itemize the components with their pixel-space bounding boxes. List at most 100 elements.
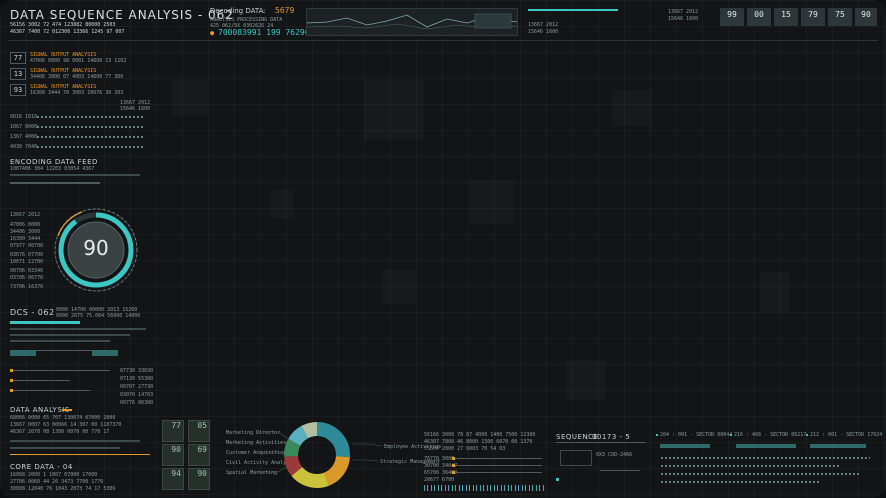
sequence-box — [560, 450, 592, 466]
dcs-bar — [10, 334, 130, 336]
signal-num-2: 93 — [10, 84, 26, 96]
encoding-bar — [10, 174, 140, 176]
signal-num-0: 77 — [10, 52, 26, 64]
sequence-value: 00173 - 5 — [592, 433, 631, 441]
sector-header: 204 : 001 - SECTOR 00044 — [660, 432, 733, 438]
bg-block — [612, 90, 652, 126]
counter-0: 99 — [720, 8, 744, 26]
dcs-value: 03070 14703 — [120, 392, 154, 398]
signal-sub-0: 47006 0000 98 0001 14600 13 1102 — [30, 58, 127, 64]
data-analysis-title: DATA ANALYSIS — [10, 406, 70, 414]
tile-value: 90 — [171, 445, 181, 454]
sector-dot — [656, 434, 658, 436]
signal-sub-2: 16300 3444 70 3003 10676 30 203 — [30, 90, 124, 96]
dcs-value: 00707 27730 — [120, 384, 154, 390]
tile: 94 — [162, 468, 184, 490]
mid-row-label: 20677 6700 — [424, 477, 455, 483]
core-data-line: 16068 2000 1 1007 07000 17000 — [10, 472, 98, 478]
dcs-bar — [10, 340, 110, 342]
core-data-line: 27706 0060 44 26 3473 7700 1776 — [10, 479, 104, 485]
sequence-divider — [556, 442, 646, 443]
counter-3: 79 — [801, 8, 825, 26]
dcs-line — [36, 350, 92, 351]
gauge-label: 03676 07700 — [10, 252, 44, 258]
small-readout: 15646 1600 — [120, 106, 151, 112]
sequence-sep: : — [586, 433, 589, 441]
counter-1: 00 — [747, 8, 771, 26]
bg-block — [382, 270, 416, 304]
sequence-line — [600, 470, 640, 471]
encoding-bar — [10, 182, 100, 184]
long-number: 700083991 199 762909 — [218, 28, 315, 37]
gauge-label: 03706 06770 — [10, 275, 44, 281]
mid-row-label: 76770 3000 — [424, 456, 455, 462]
dcs-title: DCS - 062 — [10, 308, 55, 317]
tile-value: 90 — [197, 469, 207, 478]
sequence-sub: 0X3 COD-2466 — [596, 452, 633, 458]
tile-value: 05 — [197, 421, 207, 430]
header-line-1: 56156 3002 72 474 123882 80000 2503 — [10, 22, 116, 28]
dot-strip — [36, 135, 144, 139]
mid-track — [452, 472, 542, 473]
counter-5: 90 — [855, 8, 877, 26]
donut-leader-lines — [256, 431, 383, 473]
header-line-2: 46367 7400 72 012306 13366 1245 97 007 — [10, 29, 125, 35]
data-row-label: 1367 4000 — [10, 134, 38, 140]
gauge-label: 34406 3000 — [10, 229, 41, 235]
sector-bar — [660, 444, 710, 448]
sector-header: 212 : 001 - SECTOR 17024 — [810, 432, 883, 438]
gauge-label: 73706 16376 — [10, 284, 44, 290]
bg-block — [470, 180, 514, 224]
data-row-label: 1067 0000 — [10, 124, 38, 130]
decoding-colon: : — [262, 7, 267, 15]
core-data-title: CORE DATA - 04 — [10, 463, 73, 471]
tile: 05 — [188, 420, 210, 442]
sector-dots — [660, 464, 840, 468]
tile-value: 94 — [171, 469, 181, 478]
header-mini-text: 13667 2012 — [528, 22, 559, 28]
dcs-value: 07130 55300 — [120, 376, 154, 382]
sector-dots — [660, 456, 870, 460]
data-row-label: 4030 7040 — [10, 144, 38, 150]
dcs-slider-knob — [10, 369, 13, 372]
bg-block — [566, 360, 606, 400]
dcs-indicator — [10, 350, 36, 356]
barcode — [424, 485, 544, 491]
dcs-value: 00776 06300 — [120, 400, 154, 406]
data-analysis-line: 46367 2078 08 1300 0070 00 770 17 — [10, 429, 110, 435]
tile-value: 69 — [197, 445, 207, 454]
bg-block — [270, 190, 294, 218]
header-divider — [8, 40, 878, 41]
signal-sub-1: 34406 3000 07 4003 14600 77 300 — [30, 74, 124, 80]
mid-head-line: 46307 7000 46 8000 1506 6070 00 1370 — [424, 439, 533, 445]
bullet-icon: ● — [210, 29, 215, 37]
mid-knob — [452, 464, 455, 467]
dcs-indicator — [92, 350, 118, 356]
header-right-small-1: 13667 2012 — [668, 9, 699, 15]
mid-head-line: 56166 3000 78 87 4000 1400 7500 12300 — [424, 432, 536, 438]
core-data-line: 30008 12048 76 1043 2073 74 17 5306 — [10, 486, 116, 492]
dcs-slider-knob — [10, 389, 13, 392]
header-progress-bar — [528, 9, 618, 11]
dcs-slider-track — [10, 380, 70, 381]
tile: 90 — [162, 444, 184, 466]
sector-bar — [810, 444, 866, 448]
data-analysis-bar — [10, 447, 120, 449]
gauge-label: 07977 00700 — [10, 243, 44, 249]
dot-strip — [36, 125, 144, 129]
bg-block — [172, 80, 208, 116]
header-right-small-2: 15646 1600 — [668, 16, 699, 22]
dot-strip — [36, 115, 144, 119]
sector-dots — [660, 472, 860, 476]
waveform-panel — [306, 8, 518, 36]
sector-dot — [730, 434, 732, 436]
counter-4: 75 — [828, 8, 852, 26]
mid-track — [452, 458, 542, 459]
data-analysis-marker — [62, 409, 72, 411]
tile: 69 — [188, 444, 210, 466]
signal-num-1: 13 — [10, 68, 26, 80]
data-row-label: 0016 1010 — [10, 114, 38, 120]
dcs-line-2: 0000 2075 75.004 56000 14000 — [56, 313, 141, 319]
decoding-value: 5679 — [275, 6, 295, 15]
gauge-label: 47006 0000 — [10, 222, 41, 228]
